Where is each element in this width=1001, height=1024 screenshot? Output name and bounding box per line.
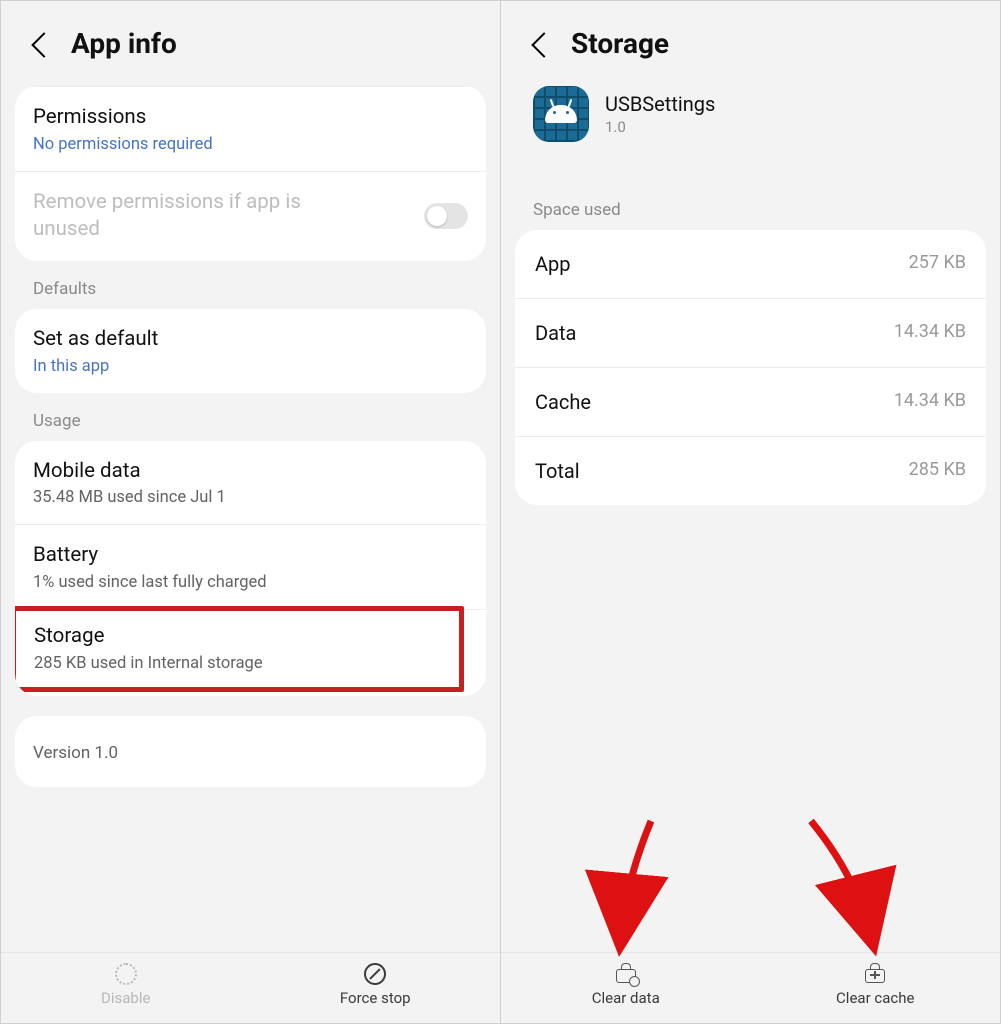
row-set-default[interactable]: Set as default In this app bbox=[15, 309, 486, 393]
version-text: Version 1.0 bbox=[33, 743, 468, 763]
back-icon[interactable] bbox=[31, 32, 56, 57]
app-info-screen: App info Permissions No permissions requ… bbox=[1, 1, 500, 1023]
section-space-used: Space used bbox=[501, 160, 1000, 230]
section-defaults: Defaults bbox=[1, 261, 500, 309]
clear-data-label: Clear data bbox=[592, 989, 660, 1007]
battery-sub: 1% used since last fully charged bbox=[33, 573, 468, 592]
page-title: App info bbox=[71, 27, 177, 60]
clear-data-icon bbox=[614, 963, 638, 985]
permissions-sub: No permissions required bbox=[33, 135, 468, 154]
row-storage[interactable]: Storage 285 KB used in Internal storage bbox=[15, 609, 486, 696]
app-key: App bbox=[535, 252, 571, 276]
card-space-used: App 257 KB Data 14.34 KB Cache 14.34 KB … bbox=[515, 230, 986, 505]
set-default-sub: In this app bbox=[33, 357, 468, 376]
android-icon bbox=[545, 105, 577, 123]
disable-icon bbox=[115, 963, 137, 985]
app-name: USBSettings bbox=[605, 92, 715, 116]
section-usage: Usage bbox=[1, 393, 500, 441]
total-key: Total bbox=[535, 459, 580, 483]
storage-sub: 285 KB used in Internal storage bbox=[34, 654, 445, 673]
app-val: 257 KB bbox=[909, 252, 966, 276]
row-remove-permissions: Remove permissions if app is unused bbox=[15, 171, 486, 261]
data-key: Data bbox=[535, 321, 576, 345]
back-icon[interactable] bbox=[531, 32, 556, 57]
disable-button: Disable bbox=[1, 953, 251, 1023]
disable-label: Disable bbox=[101, 989, 150, 1007]
card-usage: Mobile data 35.48 MB used since Jul 1 Ba… bbox=[15, 441, 486, 696]
storage-screen: Storage USBSettings 1.0 Space used App 2… bbox=[500, 1, 1000, 1023]
total-val: 285 KB bbox=[909, 459, 966, 483]
row-total-size: Total 285 KB bbox=[515, 436, 986, 505]
mobile-data-sub: 35.48 MB used since Jul 1 bbox=[33, 488, 468, 507]
clear-cache-icon bbox=[863, 963, 887, 985]
card-defaults: Set as default In this app bbox=[15, 309, 486, 393]
permissions-title: Permissions bbox=[33, 104, 468, 132]
battery-title: Battery bbox=[33, 542, 468, 570]
force-stop-label: Force stop bbox=[340, 989, 411, 1007]
row-cache-size: Cache 14.34 KB bbox=[515, 367, 986, 436]
row-data-size: Data 14.34 KB bbox=[515, 298, 986, 367]
row-app-size: App 257 KB bbox=[515, 230, 986, 298]
card-version: Version 1.0 bbox=[15, 716, 486, 787]
set-default-title: Set as default bbox=[33, 326, 468, 354]
clear-cache-label: Clear cache bbox=[836, 989, 914, 1007]
storage-title: Storage bbox=[34, 623, 445, 651]
remove-perms-toggle[interactable] bbox=[424, 203, 468, 229]
mobile-data-title: Mobile data bbox=[33, 458, 468, 486]
app-meta: USBSettings 1.0 bbox=[605, 92, 715, 136]
storage-highlight: Storage 285 KB used in Internal storage bbox=[15, 606, 464, 692]
row-battery[interactable]: Battery 1% used since last fully charged bbox=[15, 524, 486, 609]
force-stop-icon bbox=[364, 963, 386, 985]
data-val: 14.34 KB bbox=[894, 321, 966, 345]
bottom-bar: Disable Force stop bbox=[1, 952, 500, 1023]
clear-cache-button[interactable]: Clear cache bbox=[751, 953, 1001, 1023]
header: App info bbox=[1, 1, 500, 86]
cache-key: Cache bbox=[535, 390, 591, 414]
app-identity: USBSettings 1.0 bbox=[501, 86, 1000, 160]
force-stop-button[interactable]: Force stop bbox=[251, 953, 501, 1023]
app-version: 1.0 bbox=[605, 118, 715, 136]
page-title: Storage bbox=[571, 27, 669, 60]
header: Storage bbox=[501, 1, 1000, 86]
card-permissions: Permissions No permissions required Remo… bbox=[15, 86, 486, 261]
row-mobile-data[interactable]: Mobile data 35.48 MB used since Jul 1 bbox=[15, 441, 486, 525]
cache-val: 14.34 KB bbox=[894, 390, 966, 414]
bottom-bar: Clear data Clear cache bbox=[501, 952, 1000, 1023]
clear-data-button[interactable]: Clear data bbox=[501, 953, 751, 1023]
app-icon bbox=[533, 86, 589, 142]
remove-perms-label: Remove permissions if app is unused bbox=[33, 189, 353, 244]
row-permissions[interactable]: Permissions No permissions required bbox=[15, 86, 486, 171]
